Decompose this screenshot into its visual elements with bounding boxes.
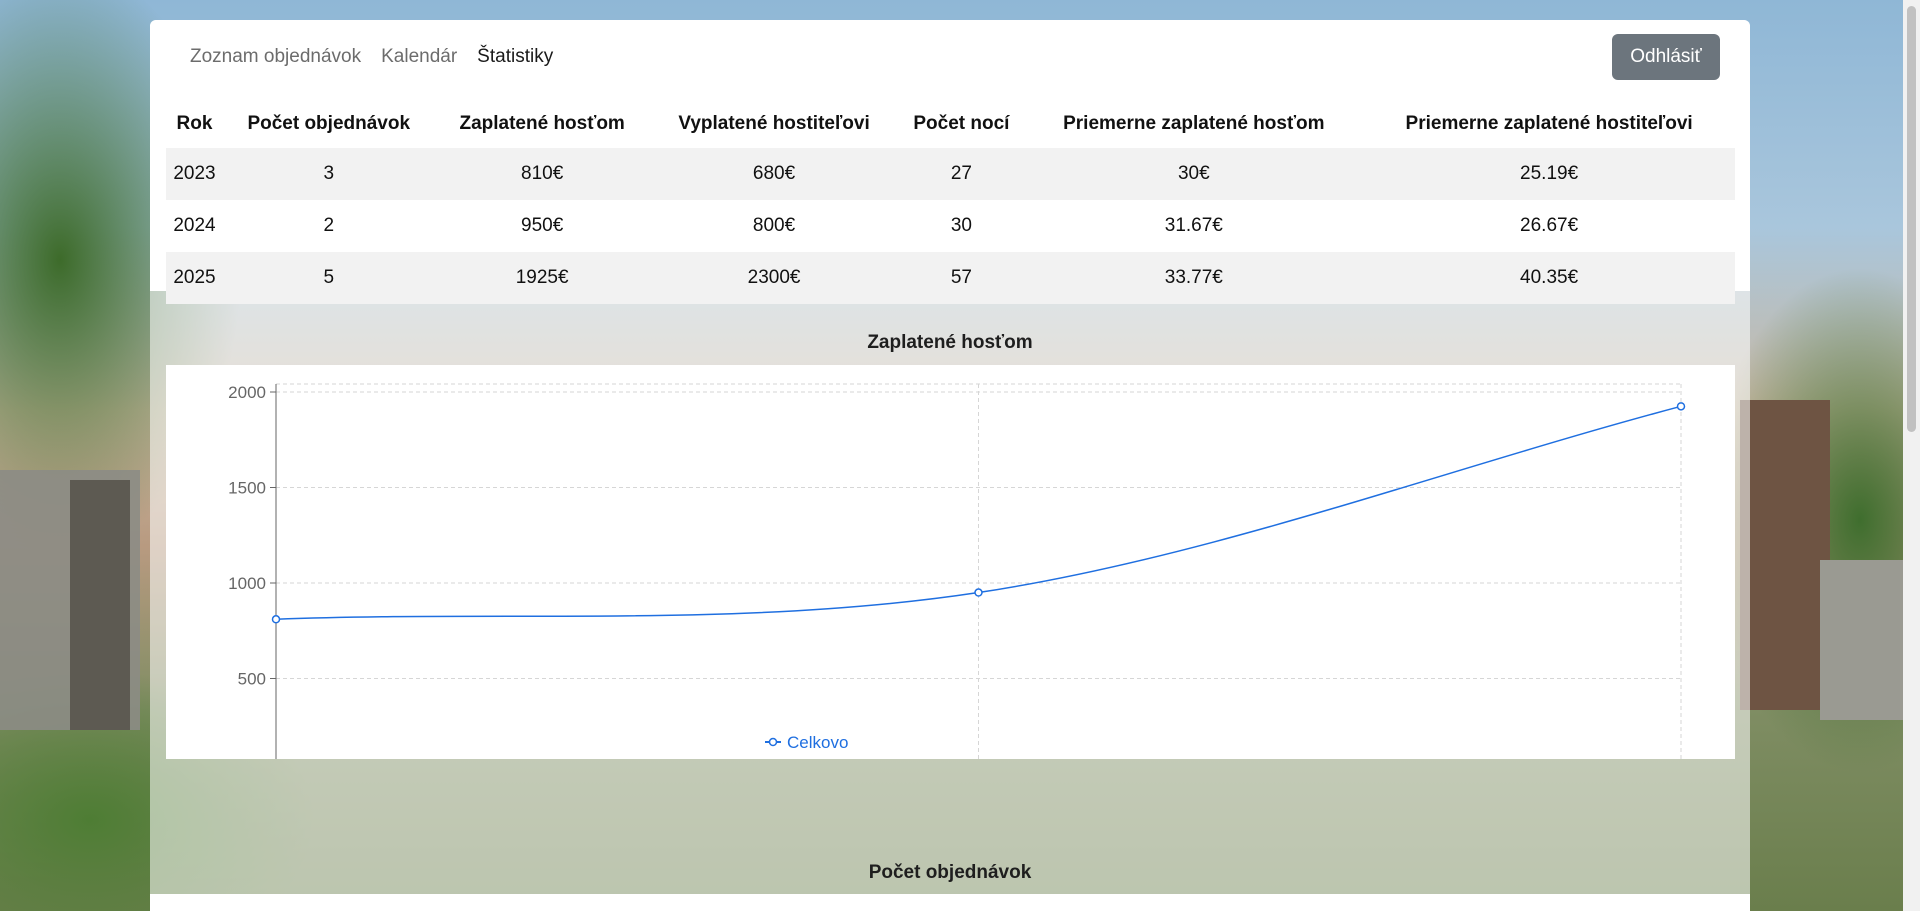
table-cell: 810€ — [434, 148, 650, 200]
table-cell: 2023 — [166, 148, 223, 200]
chart-card: 0500100015002000202320242025Celkovo — [166, 365, 1735, 759]
main-container: Zoznam objednávok Kalendár Štatistiky Od… — [150, 20, 1750, 911]
table-cell: 800€ — [649, 200, 899, 252]
table-cell: 33.77€ — [1024, 252, 1364, 304]
data-point — [271, 615, 281, 624]
table-cell: 2 — [222, 200, 435, 252]
table-cell: 1925€ — [434, 252, 650, 304]
nav-item-orders[interactable]: Zoznam objednávok — [190, 46, 361, 68]
table-cell: 30€ — [1024, 148, 1364, 200]
line-chart: 0500100015002000202320242025Celkovo — [228, 383, 1686, 759]
column-header-nights: Počet nocí — [913, 113, 1010, 134]
table-cell: 2025 — [166, 252, 223, 304]
table-cell: 27 — [898, 148, 1025, 200]
chart2-card — [150, 894, 1750, 911]
table-cell: 31.67€ — [1024, 200, 1364, 252]
y-tick-label: 500 — [238, 670, 266, 689]
column-header-avg-host: Priemerne zaplatené hostiteľovi — [1405, 113, 1693, 134]
table-cell: 30 — [898, 200, 1025, 252]
column-header-year: Rok — [176, 113, 213, 134]
background-stone-wall — [70, 480, 130, 730]
column-header-paid-to-host: Vyplatené hostiteľovi — [678, 113, 870, 134]
y-tick-label: 1500 — [228, 479, 266, 498]
table-cell: 2024 — [166, 200, 223, 252]
nav-item-calendar[interactable]: Kalendár — [381, 46, 457, 68]
table-row: 2025 5 1925€ 2300€ 57 33.77€ 40.35€ — [166, 252, 1735, 304]
table-cell: 40.35€ — [1363, 252, 1735, 304]
chart1-title: Zaplatené hosťom — [867, 332, 1033, 353]
logout-button[interactable]: Odhlásiť — [1612, 34, 1720, 80]
chart2-title: Počet objednávok — [868, 862, 1032, 883]
legend-marker — [768, 737, 778, 747]
legend-label: Celkovo — [787, 733, 848, 752]
table-cell: 950€ — [434, 200, 650, 252]
column-header-avg-guest: Priemerne zaplatené hosťom — [1063, 113, 1325, 134]
table-cell: 26.67€ — [1363, 200, 1735, 252]
data-point — [974, 588, 983, 597]
table-cell: 5 — [222, 252, 435, 304]
table-cell: 25.19€ — [1363, 148, 1735, 200]
table-cell: 680€ — [649, 148, 899, 200]
table-header-row: Rok Počet objednávok Zaplatené hosťom Vy… — [166, 100, 1735, 148]
column-header-order-count: Počet objednávok — [247, 113, 411, 134]
table-row: 2023 3 810€ 680€ 27 30€ 25.19€ — [166, 148, 1735, 200]
table-cell: 2300€ — [649, 252, 899, 304]
y-tick-label: 2000 — [228, 383, 266, 402]
column-header-paid-by-guest: Zaplatené hosťom — [459, 113, 625, 134]
y-tick-label: 1000 — [228, 574, 266, 593]
table-row: 2024 2 950€ 800€ 30 31.67€ 26.67€ — [166, 200, 1735, 252]
page-scrollbar[interactable] — [1903, 0, 1920, 911]
nav-item-statistics[interactable]: Štatistiky — [477, 46, 553, 68]
scrollbar-thumb[interactable] — [1907, 6, 1916, 432]
stats-card: Zoznam objednávok Kalendár Štatistiky Od… — [150, 20, 1750, 304]
background-pillar — [1740, 400, 1830, 710]
data-point — [1676, 402, 1686, 411]
stats-table: Rok Počet objednávok Zaplatené hosťom Vy… — [166, 100, 1735, 304]
table-cell: 3 — [222, 148, 435, 200]
top-nav: Zoznam objednávok Kalendár Štatistiky — [190, 46, 553, 68]
table-cell: 57 — [898, 252, 1025, 304]
